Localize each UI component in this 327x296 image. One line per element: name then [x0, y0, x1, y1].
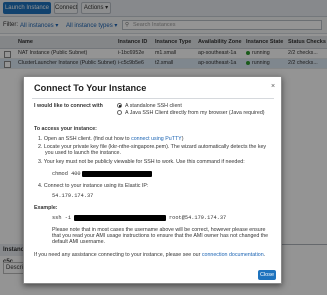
step-2-line-2: you used to launch the instance.	[45, 150, 121, 156]
radio-java-ssh[interactable]	[117, 110, 122, 115]
step-4: 4. Connect to your instance using its El…	[38, 183, 149, 189]
close-icon[interactable]: ×	[271, 83, 275, 90]
dialog-title: Connect To Your Instance	[34, 83, 147, 93]
redacted-key-path	[74, 215, 166, 221]
step-1: 1. Open an SSH client. (find out how to …	[38, 136, 184, 142]
access-heading: To access your instance:	[34, 126, 97, 132]
chmod-command: chmod 400	[52, 171, 81, 177]
step-3: 3. Your key must not be publicly viewabl…	[38, 159, 245, 165]
putty-link[interactable]: connect using PuTTY	[131, 136, 182, 142]
radio-standalone-ssh[interactable]	[117, 103, 122, 108]
connect-with-label: I would like to connect with	[34, 103, 103, 109]
example-heading: Example:	[34, 205, 58, 211]
title-divider	[32, 98, 274, 99]
redacted-key-name	[82, 171, 152, 177]
ssh-command-suffix: root@54.179.174.37	[169, 215, 227, 221]
close-button[interactable]: Close	[258, 270, 276, 280]
help-text: If you need any assistance connecting to…	[34, 252, 266, 258]
option-standalone-label[interactable]: A standalone SSH client	[125, 103, 182, 110]
ssh-command-prefix: ssh -i	[52, 215, 72, 221]
option-java-label[interactable]: A Java SSH Client directly from my brows…	[125, 110, 265, 117]
elastic-ip-value: 54.179.174.37	[52, 193, 94, 199]
note-line-3: default AMI username.	[52, 239, 105, 245]
connection-docs-link[interactable]: connection documentation	[202, 252, 264, 258]
connect-dialog: Connect To Your Instance × I would like …	[23, 76, 282, 284]
